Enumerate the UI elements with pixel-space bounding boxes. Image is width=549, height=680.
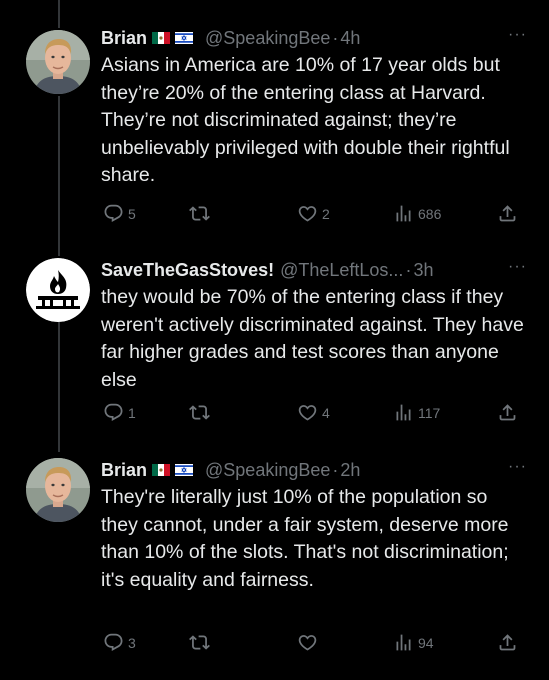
thread-connector-2: [58, 322, 60, 452]
handle[interactable]: @SpeakingBee: [205, 460, 330, 481]
retweet-icon: [189, 632, 210, 653]
share-icon: [497, 402, 518, 423]
avatar[interactable]: [26, 258, 90, 322]
like-button[interactable]: 2: [297, 203, 330, 224]
separator: ·: [332, 27, 339, 48]
reply-icon: [103, 632, 124, 653]
retweet-button[interactable]: [189, 402, 214, 423]
view-count: 686: [418, 205, 442, 222]
tweet-text: They're literally just 10% of the popula…: [101, 486, 509, 591]
reply-count: 5: [128, 205, 136, 222]
handle[interactable]: @TheLeftLos...: [280, 260, 403, 281]
tweet-header: Brian @SpeakingBee · 2h ···: [101, 458, 527, 482]
share-button[interactable]: [497, 402, 518, 423]
action-bar: 5 2 686: [101, 203, 527, 227]
views-icon: [393, 203, 414, 224]
timestamp[interactable]: 4h: [340, 28, 360, 49]
share-button[interactable]: [497, 632, 518, 653]
views-button[interactable]: 94: [393, 632, 434, 653]
like-button[interactable]: [297, 632, 322, 653]
reply-count: 3: [128, 634, 136, 651]
reply-icon: [103, 402, 124, 423]
tweet-header: Brian @SpeakingBee · 4h ···: [101, 26, 527, 50]
reply-count: 1: [128, 404, 136, 421]
israel-flag-icon: [175, 32, 193, 44]
views-button[interactable]: 686: [393, 203, 441, 224]
tweet-text: Asians in America are 10% of 17 year old…: [101, 54, 510, 186]
display-name[interactable]: Brian: [101, 28, 147, 49]
reply-button[interactable]: 5: [103, 203, 136, 224]
like-count: 2: [322, 205, 330, 222]
thread-connector-top: [58, 0, 60, 28]
avatar[interactable]: [26, 30, 90, 94]
retweet-button[interactable]: [189, 632, 214, 653]
reply-button[interactable]: 1: [103, 402, 136, 423]
israel-flag-icon: [175, 464, 193, 476]
retweet-icon: [189, 402, 210, 423]
avatar[interactable]: [26, 458, 90, 522]
heart-icon: [297, 402, 318, 423]
display-name[interactable]: SaveTheGasStoves!: [101, 260, 274, 281]
more-options-icon[interactable]: ···: [508, 26, 527, 44]
views-icon: [393, 632, 414, 653]
display-name[interactable]: Brian: [101, 460, 147, 481]
share-icon: [497, 203, 518, 224]
action-bar: 3 94: [101, 632, 527, 656]
view-count: 117: [418, 404, 441, 421]
heart-icon: [297, 203, 318, 224]
views-icon: [393, 402, 414, 423]
like-count: 4: [322, 404, 330, 421]
share-button[interactable]: [497, 203, 518, 224]
separator: ·: [332, 459, 339, 480]
separator: ·: [405, 259, 412, 280]
mexico-flag-icon: [152, 464, 170, 476]
share-icon: [497, 632, 518, 653]
thread-connector-1: [58, 96, 60, 256]
reply-icon: [103, 203, 124, 224]
tweet-header: SaveTheGasStoves! @TheLeftLos... · 3h ··…: [101, 258, 527, 282]
mexico-flag-icon: [152, 32, 170, 44]
like-button[interactable]: 4: [297, 402, 330, 423]
retweet-button[interactable]: [189, 203, 214, 224]
more-options-icon[interactable]: ···: [508, 258, 527, 276]
timestamp[interactable]: 2h: [340, 460, 360, 481]
view-count: 94: [418, 634, 434, 651]
timestamp[interactable]: 3h: [413, 260, 433, 281]
more-options-icon[interactable]: ···: [508, 458, 527, 476]
tweet-text: they would be 70% of the entering class …: [101, 286, 524, 391]
reply-button[interactable]: 3: [103, 632, 136, 653]
handle[interactable]: @SpeakingBee: [205, 28, 330, 49]
views-button[interactable]: 117: [393, 402, 440, 423]
action-bar: 1 4 117: [101, 402, 527, 426]
heart-icon: [297, 632, 318, 653]
retweet-icon: [189, 203, 210, 224]
